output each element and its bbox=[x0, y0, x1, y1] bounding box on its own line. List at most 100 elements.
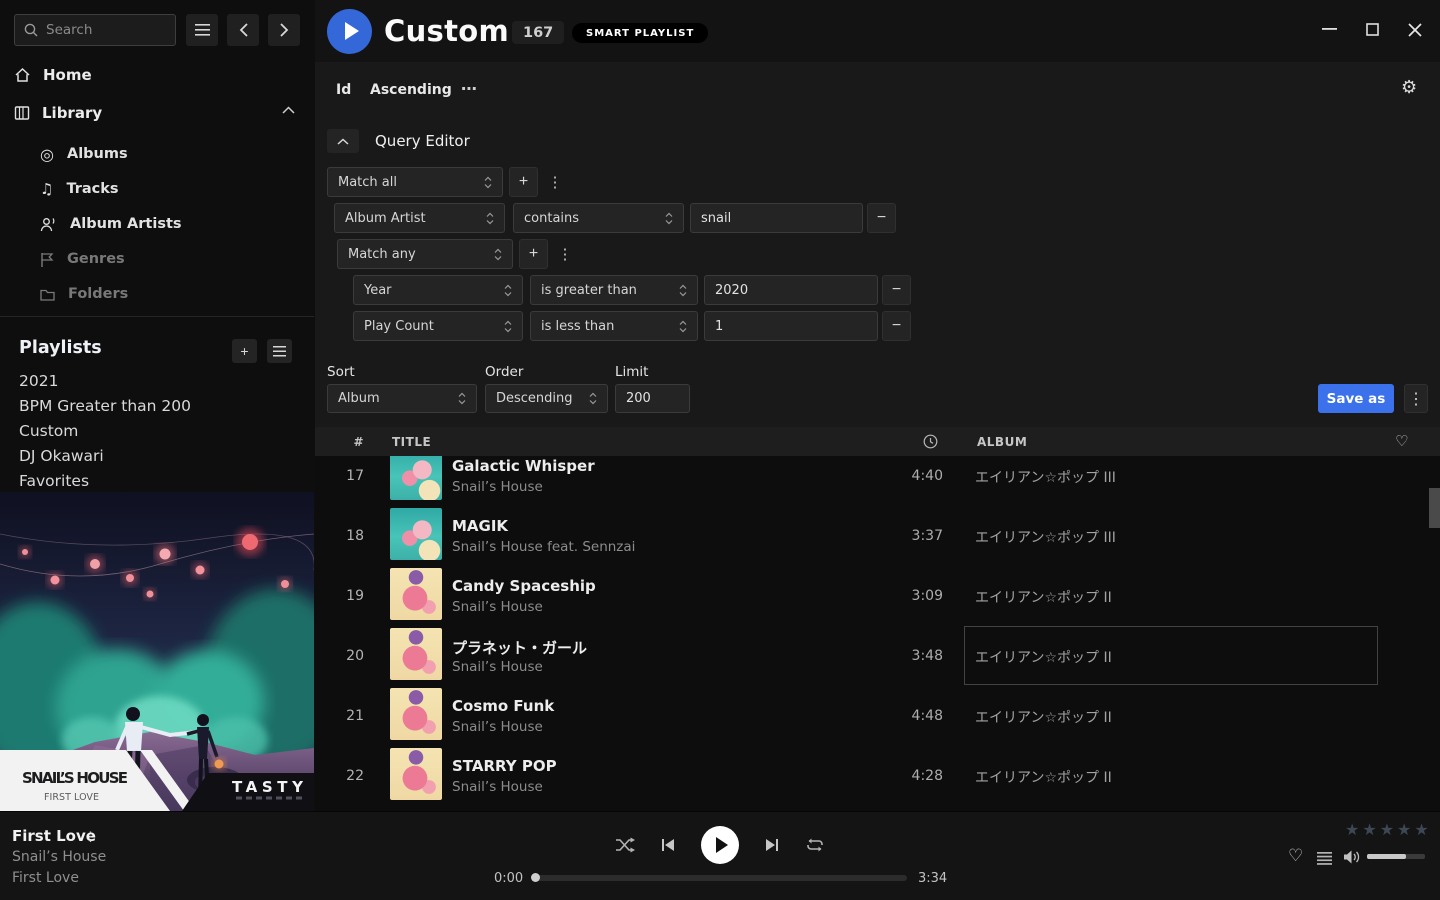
select-value: Play Count bbox=[364, 319, 434, 334]
column-number[interactable]: # bbox=[332, 435, 364, 449]
menu-icon bbox=[195, 24, 210, 36]
track-number: 20 bbox=[332, 648, 364, 664]
repeat-button[interactable] bbox=[805, 837, 825, 853]
playlist-options-button[interactable] bbox=[267, 339, 292, 363]
spinner-icon bbox=[504, 284, 512, 297]
minus-icon: − bbox=[892, 317, 901, 335]
table-row[interactable]: 22 STARRY POP Snail’s House 4:28 エイリアン☆ポ… bbox=[315, 745, 1440, 805]
smart-playlist-badge: SMART PLAYLIST bbox=[572, 23, 708, 43]
queue-button[interactable] bbox=[1317, 852, 1332, 865]
table-row[interactable]: 20 プラネット・ガール Snail’s House 3:48 エイリアン☆ポッ… bbox=[315, 625, 1440, 685]
select-value: Match any bbox=[348, 247, 416, 262]
sidebar-item-genres[interactable]: Genres bbox=[40, 247, 125, 271]
table-row[interactable]: 17 Galactic Whisper Snail’s House 4:40 エ… bbox=[315, 456, 1440, 505]
sidebar-item-library[interactable]: Library bbox=[14, 101, 102, 125]
column-album[interactable]: ALBUM bbox=[977, 435, 1027, 449]
next-track-button[interactable] bbox=[765, 838, 779, 852]
remove-condition-button[interactable]: − bbox=[867, 203, 896, 233]
sort-select[interactable]: Album bbox=[327, 384, 477, 413]
volume-slider[interactable] bbox=[1367, 854, 1425, 859]
playlist-item[interactable]: Custom bbox=[19, 422, 78, 442]
remove-condition-button[interactable]: − bbox=[882, 275, 911, 305]
spinner-icon bbox=[589, 392, 597, 405]
condition3-operator-select[interactable]: is less than bbox=[530, 311, 698, 341]
window-minimize-button[interactable] bbox=[1322, 28, 1337, 31]
condition1-operator-select[interactable]: contains bbox=[513, 203, 684, 233]
window-close-button[interactable] bbox=[1408, 23, 1422, 37]
volume-icon[interactable] bbox=[1343, 850, 1361, 864]
search-input[interactable] bbox=[46, 22, 156, 38]
condition3-field-select[interactable]: Play Count bbox=[353, 311, 523, 341]
condition1-value-input[interactable] bbox=[690, 203, 863, 233]
track-title: Candy Spaceship bbox=[452, 577, 596, 595]
menu-button[interactable] bbox=[186, 14, 218, 46]
add-condition-button[interactable]: + bbox=[519, 239, 548, 269]
playlist-item[interactable]: 2021 bbox=[19, 372, 58, 392]
playlist-item[interactable]: Favorites bbox=[19, 472, 89, 492]
sidebar-item-folders[interactable]: Folders bbox=[40, 282, 128, 306]
sidebar-item-home[interactable]: Home bbox=[14, 63, 92, 87]
add-condition-button[interactable]: + bbox=[509, 167, 538, 197]
more-options-button[interactable]: ⋯ bbox=[461, 79, 477, 98]
match-select-group2[interactable]: Match any bbox=[337, 239, 513, 269]
match-select-group1[interactable]: Match all bbox=[327, 167, 503, 197]
table-row[interactable]: 19 Candy Spaceship Snail’s House 3:09 エイ… bbox=[315, 565, 1440, 625]
save-menu-button[interactable]: ⋮ bbox=[1404, 384, 1428, 413]
limit-input[interactable] bbox=[615, 384, 690, 413]
forward-button[interactable] bbox=[268, 14, 300, 46]
condition1-field-select[interactable]: Album Artist bbox=[334, 203, 505, 233]
table-row[interactable]: 18 MAGIK Snail’s House feat. Sennzai 3:3… bbox=[315, 505, 1440, 565]
rating-stars[interactable]: ★★★★★ bbox=[1345, 820, 1432, 839]
album-art-thumbnail bbox=[390, 568, 442, 620]
sidebar-item-label: Home bbox=[43, 66, 92, 84]
condition3-value-input[interactable] bbox=[704, 311, 878, 341]
sidebar-item-albums[interactable]: ◎ Albums bbox=[40, 142, 128, 166]
seek-handle[interactable] bbox=[531, 873, 540, 882]
table-row[interactable]: 21 Cosmo Funk Snail’s House 4:48 エイリアン☆ポ… bbox=[315, 685, 1440, 745]
order-select[interactable]: Descending bbox=[485, 384, 608, 413]
query-collapse-button[interactable] bbox=[327, 129, 359, 153]
play-pause-button[interactable] bbox=[701, 826, 739, 864]
chevron-left-icon bbox=[239, 23, 248, 37]
window-maximize-button[interactable] bbox=[1366, 23, 1379, 36]
back-button[interactable] bbox=[227, 14, 259, 46]
query-editor-title: Query Editor bbox=[375, 132, 470, 150]
scrollbar-thumb[interactable] bbox=[1429, 488, 1440, 528]
condition2-field-select[interactable]: Year bbox=[353, 275, 523, 305]
select-value: Album bbox=[338, 391, 380, 406]
star-icon[interactable]: ★ bbox=[1414, 820, 1431, 839]
search-box[interactable] bbox=[14, 14, 176, 46]
shuffle-button[interactable] bbox=[615, 837, 635, 853]
condition2-operator-select[interactable]: is greater than bbox=[530, 275, 698, 305]
star-icon[interactable]: ★ bbox=[1397, 820, 1414, 839]
condition2-value-input[interactable] bbox=[704, 275, 878, 305]
heart-icon[interactable]: ♡ bbox=[1395, 432, 1409, 450]
add-playlist-button[interactable]: + bbox=[232, 339, 257, 363]
sort-field-button[interactable]: Id bbox=[336, 82, 351, 98]
library-collapse-chevron[interactable] bbox=[282, 106, 295, 114]
sidebar-item-tracks[interactable]: ♫ Tracks bbox=[40, 177, 119, 201]
playlist-item[interactable]: DJ Okawari bbox=[19, 447, 104, 467]
play-playlist-button[interactable] bbox=[327, 9, 372, 54]
track-album: エイリアン☆ポップ II bbox=[975, 707, 1112, 727]
save-as-button[interactable]: Save as bbox=[1318, 384, 1394, 413]
gear-icon[interactable]: ⚙ bbox=[1401, 77, 1417, 98]
star-icon[interactable]: ★ bbox=[1380, 820, 1397, 839]
star-icon[interactable]: ★ bbox=[1345, 820, 1362, 839]
seek-bar[interactable] bbox=[535, 875, 907, 881]
playlist-item[interactable]: BPM Greater than 200 bbox=[19, 397, 191, 417]
remove-condition-button[interactable]: − bbox=[882, 311, 911, 341]
sort-direction-button[interactable]: Ascending bbox=[370, 82, 452, 98]
sidebar-item-album-artists[interactable]: Album Artists bbox=[40, 212, 182, 236]
group-menu-button[interactable]: ⋮ bbox=[557, 239, 573, 269]
flag-icon bbox=[40, 252, 54, 267]
track-artist: Snail’s House bbox=[452, 599, 543, 615]
column-title[interactable]: TITLE bbox=[392, 435, 431, 449]
clock-icon[interactable] bbox=[923, 434, 938, 449]
star-icon[interactable]: ★ bbox=[1362, 820, 1379, 839]
group-menu-button[interactable]: ⋮ bbox=[547, 167, 563, 197]
now-playing-menu-button[interactable]: ⋮ bbox=[84, 829, 97, 845]
favorite-button[interactable]: ♡ bbox=[1288, 846, 1303, 866]
play-icon bbox=[345, 22, 359, 40]
previous-track-button[interactable] bbox=[661, 838, 675, 852]
